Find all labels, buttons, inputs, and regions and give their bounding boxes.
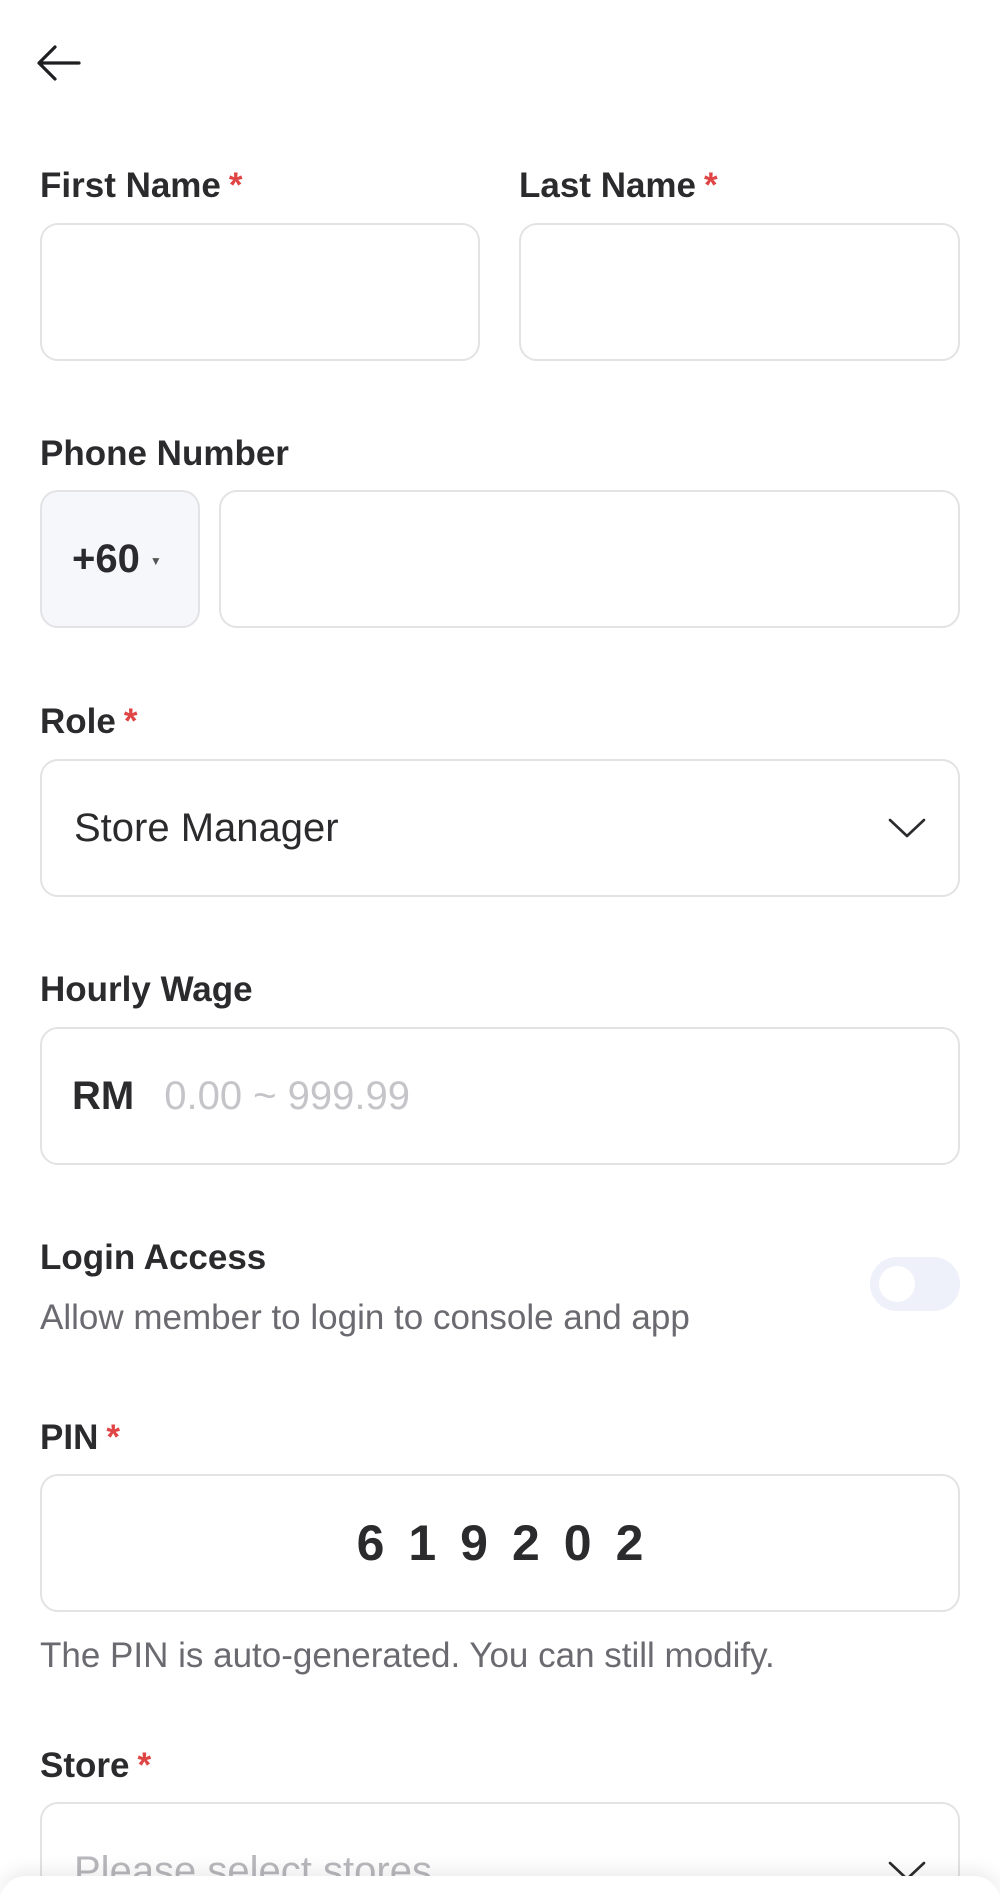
pin-hint: The PIN is auto-generated. You can still…	[40, 1636, 775, 1675]
login-access-label: Login Access	[40, 1238, 267, 1277]
pin-field[interactable]: 619202	[40, 1474, 960, 1612]
chevron-down-icon	[888, 818, 926, 838]
pin-value: 619202	[356, 1515, 668, 1571]
currency-prefix: RM	[72, 1073, 135, 1118]
role-select[interactable]: Store Manager	[40, 759, 960, 897]
phone-number-input[interactable]	[221, 492, 958, 626]
country-code-value: +60	[72, 536, 140, 581]
last-name-input[interactable]	[521, 225, 958, 359]
toggle-knob	[879, 1266, 915, 1302]
hourly-wage-field[interactable]: RM	[40, 1027, 960, 1165]
add-member-page: First Name * Last Name * Phone Number +60 …	[0, 0, 1000, 1895]
country-code-select[interactable]: +60 ▼	[40, 490, 200, 628]
arrow-left-icon	[37, 45, 81, 81]
pin-label: PIN *	[40, 1418, 120, 1457]
login-access-description: Allow member to login to console and app	[40, 1298, 690, 1337]
hourly-wage-label: Hourly Wage	[40, 970, 253, 1009]
required-asterisk: *	[228, 166, 243, 205]
phone-number-field[interactable]	[219, 490, 960, 628]
first-name-label: First Name *	[40, 166, 243, 205]
last-name-label: Last Name *	[519, 166, 718, 205]
caret-down-icon: ▼	[149, 554, 162, 568]
phone-number-label: Phone Number	[40, 434, 289, 473]
hourly-wage-input[interactable]	[164, 1029, 958, 1163]
login-access-toggle[interactable]	[870, 1257, 960, 1311]
role-label: Role *	[40, 702, 138, 741]
role-value: Store Manager	[74, 805, 339, 850]
first-name-field[interactable]	[40, 223, 480, 361]
required-asterisk: *	[123, 702, 138, 741]
required-asterisk: *	[704, 166, 718, 205]
bottom-sheet-edge	[0, 1876, 1000, 1895]
required-asterisk: *	[106, 1418, 120, 1457]
store-label: Store *	[40, 1746, 152, 1785]
back-button[interactable]	[34, 38, 84, 88]
required-asterisk: *	[137, 1746, 152, 1785]
first-name-input[interactable]	[42, 225, 478, 359]
last-name-field[interactable]	[519, 223, 960, 361]
